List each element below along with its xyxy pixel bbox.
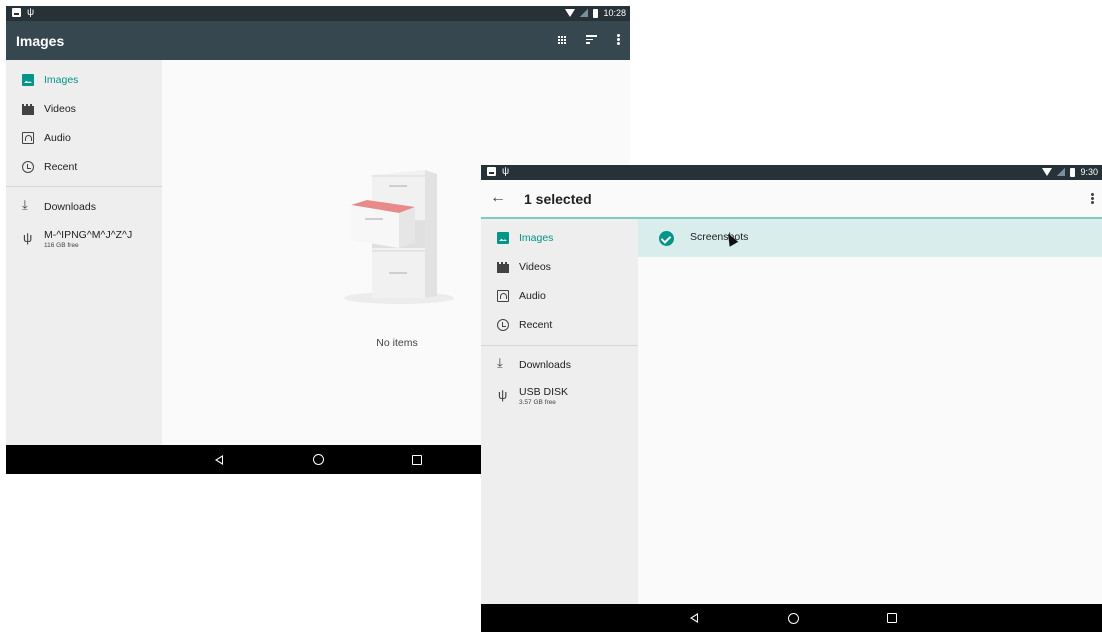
file-list-area: Screenshots bbox=[638, 219, 1102, 604]
nav-back-button[interactable] bbox=[204, 445, 234, 474]
sidebar-item-recent[interactable]: Recent bbox=[6, 153, 162, 181]
status-bar: ψ 10:28 bbox=[6, 6, 630, 21]
sidebar-item-label: Recent bbox=[44, 161, 78, 173]
download-icon bbox=[22, 197, 34, 213]
sidebar-divider bbox=[481, 345, 638, 346]
selection-toolbar: ← 1 selected bbox=[481, 180, 1102, 219]
clock-icon bbox=[497, 319, 509, 331]
storage-free-label: 3.57 GB free bbox=[519, 399, 556, 406]
app-toolbar: Images bbox=[6, 21, 630, 60]
video-icon bbox=[497, 261, 509, 273]
sidebar-item-videos[interactable]: Videos bbox=[481, 253, 638, 281]
check-circle-icon[interactable] bbox=[659, 231, 674, 246]
home-circle-icon bbox=[312, 454, 324, 465]
home-circle-icon bbox=[787, 612, 799, 624]
sidebar-item-images[interactable]: Images bbox=[6, 66, 162, 94]
sidebar-item-label: Audio bbox=[519, 290, 546, 302]
sidebar-item-videos[interactable]: Videos bbox=[6, 95, 162, 123]
no-signal-icon bbox=[580, 9, 589, 17]
sidebar-divider bbox=[6, 186, 162, 187]
sidebar-item-downloads[interactable]: Downloads bbox=[481, 351, 638, 379]
usb-notification-icon: ψ bbox=[27, 7, 35, 18]
battery-icon bbox=[593, 8, 599, 18]
sidebar-item-label: M-^IPNG^M^J^Z^J bbox=[44, 229, 133, 241]
list-item-screenshots[interactable]: Screenshots bbox=[638, 219, 1102, 257]
back-arrow-icon[interactable]: ← bbox=[490, 189, 506, 207]
grid-view-icon[interactable] bbox=[557, 35, 566, 44]
sidebar-item-recent[interactable]: Recent bbox=[481, 311, 638, 339]
storage-free-label: 116 GB free bbox=[44, 242, 79, 249]
nav-home-button[interactable] bbox=[778, 604, 808, 632]
more-options-icon[interactable] bbox=[1091, 193, 1094, 204]
navigation-drawer: Images Videos Audio Recent Downloads M-^… bbox=[6, 60, 162, 445]
system-nav-bar bbox=[481, 604, 1102, 632]
no-signal-icon bbox=[1057, 168, 1066, 176]
list-item-label: Screenshots bbox=[690, 231, 749, 243]
recents-square-icon bbox=[412, 454, 422, 465]
sort-icon[interactable] bbox=[586, 35, 597, 44]
selection-count-title: 1 selected bbox=[524, 191, 592, 207]
video-icon bbox=[22, 103, 34, 115]
clock-icon bbox=[22, 161, 34, 173]
usb-notification-icon: ψ bbox=[502, 166, 510, 177]
sidebar-item-usb-disk[interactable]: USB DISK 3.57 GB free bbox=[481, 383, 638, 411]
sidebar-item-label: USB DISK bbox=[519, 386, 569, 398]
status-time: 9:30 bbox=[1080, 167, 1098, 177]
more-options-icon[interactable] bbox=[617, 34, 620, 45]
navigation-drawer: Images Videos Audio Recent Downloads USB… bbox=[481, 219, 638, 604]
image-icon bbox=[22, 74, 34, 86]
empty-folder-illustration bbox=[344, 170, 454, 304]
sidebar-item-label: Images bbox=[44, 74, 79, 86]
sidebar-item-label: Recent bbox=[519, 319, 553, 331]
audio-icon bbox=[497, 290, 509, 302]
audio-icon bbox=[22, 132, 34, 144]
nav-recents-button[interactable] bbox=[402, 445, 432, 474]
download-icon bbox=[497, 355, 509, 371]
usb-icon bbox=[497, 387, 509, 403]
status-bar: ψ 9:30 bbox=[481, 165, 1102, 180]
nav-recents-button[interactable] bbox=[877, 604, 907, 632]
sidebar-item-audio[interactable]: Audio bbox=[6, 124, 162, 152]
status-time: 10:28 bbox=[603, 8, 626, 18]
sidebar-item-label: Videos bbox=[519, 261, 551, 273]
recents-square-icon bbox=[887, 613, 897, 623]
sidebar-item-label: Audio bbox=[44, 132, 71, 144]
back-triangle-icon bbox=[690, 613, 698, 623]
battery-icon bbox=[1070, 167, 1076, 177]
sidebar-item-audio[interactable]: Audio bbox=[481, 282, 638, 310]
usb-icon bbox=[22, 230, 34, 246]
files-app-screen-selection: ψ 9:30 ← 1 selected Images Videos Audio … bbox=[481, 165, 1102, 632]
wifi-icon bbox=[565, 9, 576, 17]
screenshot-notification-icon bbox=[487, 167, 496, 176]
sidebar-item-label: Downloads bbox=[44, 201, 96, 213]
wifi-icon bbox=[1042, 168, 1053, 176]
image-icon bbox=[497, 232, 509, 244]
back-triangle-icon bbox=[215, 454, 223, 465]
nav-back-button[interactable] bbox=[679, 604, 709, 632]
sidebar-item-downloads[interactable]: Downloads bbox=[6, 193, 162, 221]
screenshot-notification-icon bbox=[12, 8, 21, 17]
page-title: Images bbox=[16, 33, 65, 49]
sidebar-item-label: Images bbox=[519, 232, 554, 244]
sidebar-item-usb-drive[interactable]: M-^IPNG^M^J^Z^J 116 GB free bbox=[6, 226, 162, 254]
sidebar-item-images[interactable]: Images bbox=[481, 224, 638, 252]
sidebar-item-label: Downloads bbox=[519, 359, 571, 371]
nav-home-button[interactable] bbox=[303, 445, 333, 474]
sidebar-item-label: Videos bbox=[44, 103, 76, 115]
